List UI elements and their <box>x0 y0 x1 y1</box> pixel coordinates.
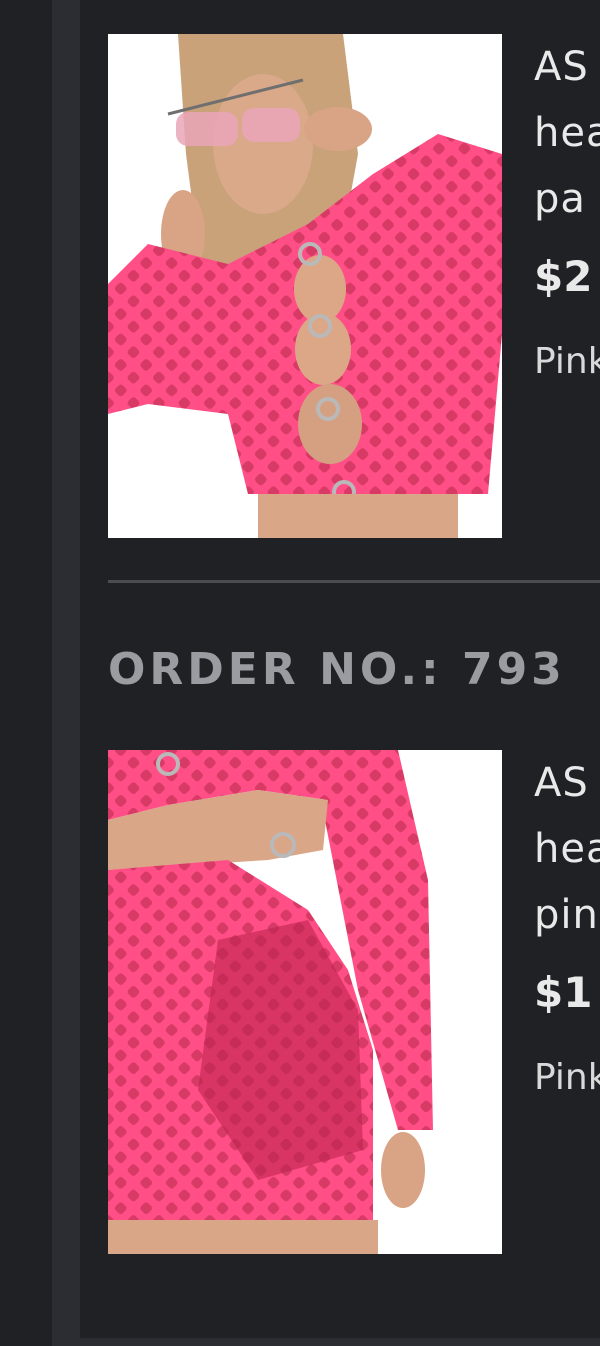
product-image[interactable] <box>108 34 502 538</box>
bottom-divider <box>80 1338 600 1346</box>
product-name-line-3[interactable]: pin <box>534 882 600 948</box>
product-name-line-2[interactable]: hea <box>534 100 600 166</box>
product-name-line-1[interactable]: AS <box>534 34 600 100</box>
product-price: $2 <box>534 252 593 301</box>
order-item[interactable]: AS hea pa $2 Pink <box>108 34 600 538</box>
product-name-line-1[interactable]: AS <box>534 750 600 816</box>
section-divider <box>108 580 600 583</box>
product-info: AS hea pa $2 Pink <box>534 34 600 538</box>
left-rail <box>52 0 80 1346</box>
order-item[interactable]: AS hea pin $1 Pink <box>108 750 600 1254</box>
product-price: $1 <box>534 968 593 1017</box>
product-image[interactable] <box>108 750 502 1254</box>
order-number: ORDER NO.: 793 <box>108 644 566 695</box>
product-color: Pink <box>534 341 600 382</box>
order-details-page: AS hea pa $2 Pink ORDER NO.: 793 AS hea … <box>0 0 600 1346</box>
product-name-line-2[interactable]: hea <box>534 816 600 882</box>
product-color: Pink <box>534 1057 600 1098</box>
product-info: AS hea pin $1 Pink <box>534 750 600 1254</box>
product-name-line-3[interactable]: pa <box>534 166 600 232</box>
